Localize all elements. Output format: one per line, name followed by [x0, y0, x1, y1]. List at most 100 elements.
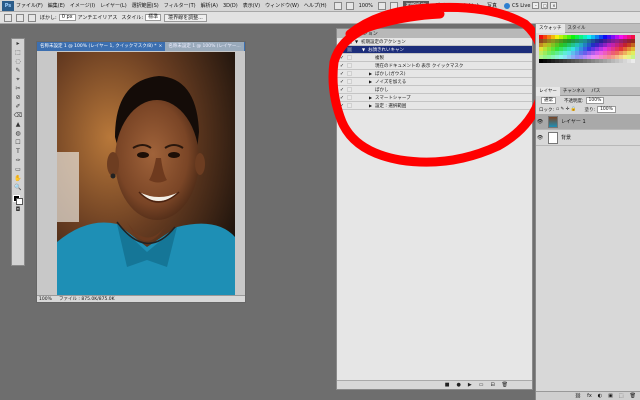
tab-layers[interactable]: レイヤー — [536, 86, 560, 96]
action-row[interactable]: ✓ 複製 — [337, 54, 532, 62]
menu-window[interactable]: ウィンドウ(W) — [265, 2, 299, 9]
menu-filter[interactable]: フィルター(T) — [164, 2, 196, 9]
dialog-toggle-icon[interactable] — [347, 103, 352, 108]
action-row[interactable]: ✓ 現在のドキュメントの 表示 クイックマスク — [337, 62, 532, 70]
screen-mode-icon[interactable] — [389, 1, 398, 10]
expand-triangle-icon[interactable]: ▼ — [362, 47, 365, 52]
menu-view[interactable]: 表示(V) — [243, 2, 260, 9]
action-check-icon[interactable]: ✓ — [339, 63, 345, 69]
dialog-toggle-icon[interactable] — [347, 47, 352, 52]
new-action-icon[interactable]: ⊟ — [490, 382, 494, 388]
action-check-icon[interactable]: ✓ — [339, 55, 345, 61]
quick-select-tool-icon[interactable]: ✎ — [13, 67, 23, 75]
expand-triangle-icon[interactable]: ▼ — [355, 39, 358, 44]
dialog-toggle-icon[interactable] — [347, 63, 352, 68]
marquee-tool-icon[interactable]: ⬚ — [13, 49, 23, 57]
type-tool-icon[interactable]: T — [13, 148, 23, 156]
menu-image[interactable]: イメージ(I) — [70, 2, 95, 9]
mini-bridge-icon[interactable] — [345, 1, 354, 10]
action-row[interactable]: ✓ ▶ 設定 : 選択範囲 — [337, 102, 532, 110]
dialog-toggle-icon[interactable] — [347, 39, 352, 44]
stop-playing-icon[interactable]: ■ — [445, 382, 450, 388]
menu-file[interactable]: ファイル(F) — [16, 2, 43, 9]
record-icon[interactable]: ● — [456, 382, 460, 388]
dialog-toggle-icon[interactable] — [347, 87, 352, 92]
menu-select[interactable]: 選択範囲(S) — [132, 2, 159, 9]
menu-edit[interactable]: 編集(E) — [48, 2, 65, 9]
marquee-tool-preset-icon[interactable] — [4, 13, 12, 22]
eraser-tool-icon[interactable]: ⌫ — [13, 112, 23, 120]
status-zoom[interactable]: 100% — [39, 297, 53, 302]
blend-mode-select[interactable]: 通常 — [541, 97, 556, 104]
background-color[interactable] — [16, 198, 23, 205]
action-check-icon[interactable]: ✓ — [339, 47, 345, 53]
expand-triangle-icon[interactable]: ▶ — [369, 71, 372, 76]
refine-edge-button[interactable]: 境界線を調整... — [164, 13, 207, 22]
play-icon[interactable]: ▶ — [468, 382, 472, 388]
status-info[interactable]: ファイル : 875.0K/875.0K — [59, 296, 115, 302]
zoom-tool-icon[interactable]: 🔍 — [13, 184, 23, 192]
workspace-painting[interactable]: ペイント — [461, 2, 481, 9]
bridge-icon[interactable] — [333, 1, 342, 10]
action-row[interactable]: ✓ ▶ ぼかし(ガウス) — [337, 70, 532, 78]
layer-style-icon[interactable]: fx — [587, 393, 592, 399]
action-row[interactable]: ✓ ぼかし — [337, 86, 532, 94]
fill-input[interactable]: 100% — [597, 106, 616, 113]
close-icon[interactable]: × — [159, 44, 163, 49]
link-layers-icon[interactable]: ⛓ — [575, 393, 581, 399]
dialog-toggle-icon[interactable] — [347, 55, 352, 60]
hand-tool-icon[interactable]: ✋ — [13, 175, 23, 183]
new-set-icon[interactable]: ▭ — [479, 382, 484, 388]
zoom-level[interactable]: 100% — [359, 3, 373, 9]
maximize-button[interactable]: □ — [541, 2, 549, 9]
healing-brush-tool-icon[interactable]: ⊘ — [13, 94, 23, 102]
gradient-tool-icon[interactable]: ▲ — [13, 121, 23, 129]
tab-styles[interactable]: スタイル — [565, 25, 589, 31]
antialias-checkbox[interactable]: アンチエイリアス — [78, 14, 118, 21]
dialog-toggle-icon[interactable] — [347, 79, 352, 84]
blur-tool-icon[interactable]: ◍ — [13, 130, 23, 138]
shape-tool-icon[interactable]: ▭ — [13, 166, 23, 174]
action-check-icon[interactable]: ✓ — [339, 79, 345, 85]
lock-icons[interactable]: ▫ ✎ ✛ 🔒 — [556, 107, 577, 112]
arrange-documents-icon[interactable] — [377, 1, 386, 10]
dialog-toggle-icon[interactable] — [347, 95, 352, 100]
new-selection-icon[interactable] — [16, 13, 24, 22]
menu-layer[interactable]: レイヤー(L) — [100, 2, 127, 9]
pen-tool-icon[interactable]: ✑ — [13, 157, 23, 165]
tab-paths[interactable]: パス — [588, 88, 603, 94]
workspace-photography[interactable]: 写真 — [487, 2, 497, 9]
tab-swatches[interactable]: スウォッチ — [536, 23, 565, 33]
minimize-button[interactable]: – — [532, 2, 540, 9]
action-row[interactable]: ✓ ▼ 初期設定のアクション — [337, 38, 532, 46]
adjustment-layer-icon[interactable]: ◐ — [598, 393, 602, 399]
cs-live-button[interactable]: CS Live — [503, 2, 530, 9]
quick-mask-icon[interactable]: ◘ — [13, 206, 23, 214]
delete-layer-icon[interactable]: 🗑 — [630, 393, 636, 399]
image-canvas[interactable] — [57, 52, 235, 296]
brush-tool-icon[interactable]: ✐ — [13, 103, 23, 111]
lasso-tool-icon[interactable]: ◌ — [13, 58, 23, 66]
dialog-toggle-icon[interactable] — [347, 71, 352, 76]
close-button[interactable]: × — [550, 2, 558, 9]
expand-triangle-icon[interactable]: ▶ — [369, 79, 372, 84]
action-check-icon[interactable]: ✓ — [339, 103, 345, 109]
action-row[interactable]: ✓ ▶ スマートシャープ — [337, 94, 532, 102]
swatch[interactable] — [631, 59, 635, 63]
layer-row-layer1[interactable]: 👁 レイヤー 1 — [536, 114, 640, 130]
document-tab-inactive[interactable]: 名称未設定 1 @ 100% (レイヤー... — [165, 42, 244, 51]
expand-triangle-icon[interactable]: ▶ — [369, 95, 372, 100]
new-layer-icon[interactable]: ⬚ — [619, 393, 624, 399]
action-check-icon[interactable]: ✓ — [339, 95, 345, 101]
feather-input[interactable]: 0 px — [58, 14, 76, 21]
workspace-design[interactable]: デザイン — [435, 2, 455, 9]
trash-icon[interactable]: 🗑 — [502, 382, 508, 388]
action-check-icon[interactable]: ✓ — [339, 71, 345, 77]
crop-tool-icon[interactable]: ⌖ — [13, 76, 23, 84]
tab-channels[interactable]: チャンネル — [560, 88, 588, 94]
action-check-icon[interactable]: ✓ — [339, 39, 345, 45]
menu-help[interactable]: ヘルプ(H) — [304, 2, 327, 9]
menu-3d[interactable]: 3D(D) — [223, 3, 238, 9]
actions-tab[interactable]: アクション — [353, 30, 378, 37]
move-tool-icon[interactable]: ▸ — [13, 40, 23, 48]
